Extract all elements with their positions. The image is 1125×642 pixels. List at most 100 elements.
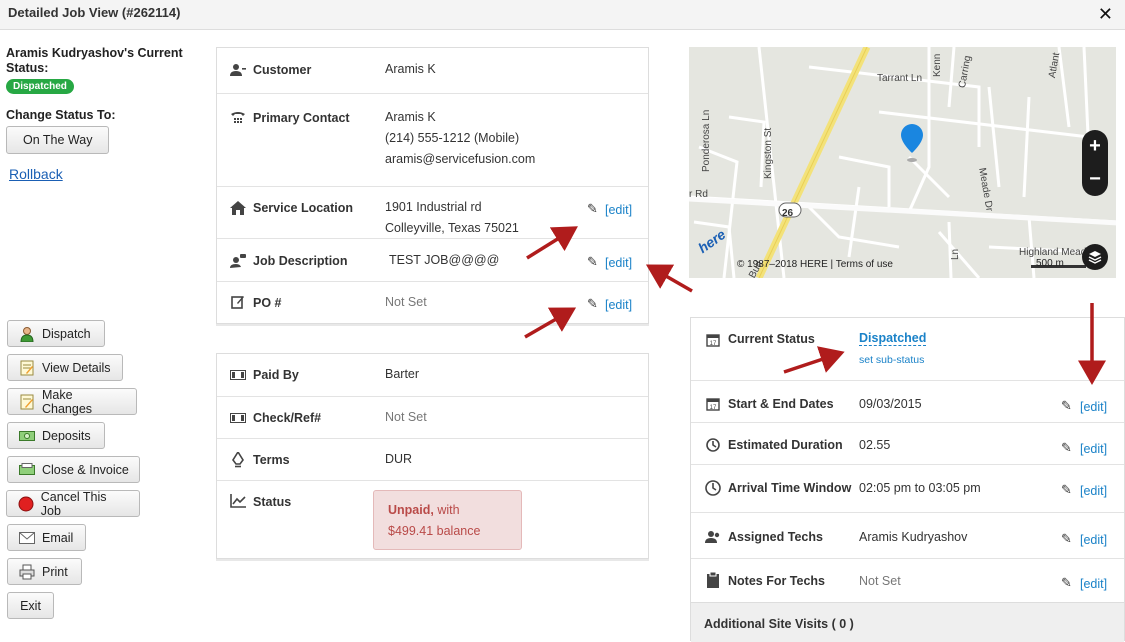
po-row: PO # Not Set ✎ [edit] xyxy=(217,281,648,325)
street-ponderosa: Ponderosa Ln xyxy=(701,109,712,172)
deposits-label: Deposits xyxy=(42,428,91,443)
layers-icon[interactable] xyxy=(1082,244,1108,270)
cancel-job-button[interactable]: Cancel This Job xyxy=(6,489,140,518)
invoice-icon xyxy=(18,462,36,478)
chart-line-icon xyxy=(229,493,247,509)
exit-button[interactable]: Exit xyxy=(7,592,54,619)
cancel-icon xyxy=(17,496,35,512)
pencil-icon: ✎ xyxy=(1061,398,1072,413)
email-button[interactable]: Email xyxy=(7,524,86,551)
edit-notes-link[interactable]: [edit] xyxy=(1080,577,1107,591)
edit-dates-link[interactable]: [edit] xyxy=(1080,400,1107,414)
rollback-link[interactable]: Rollback xyxy=(9,166,206,182)
dispatch-label: Dispatch xyxy=(42,326,91,341)
edit-location-link[interactable]: [edit] xyxy=(605,203,632,217)
make-changes-label: Make Changes xyxy=(41,387,93,416)
money-icon xyxy=(18,428,36,444)
clock-icon xyxy=(705,480,721,496)
money-icon xyxy=(229,410,247,426)
edit-square-icon xyxy=(229,294,247,310)
on-the-way-button[interactable]: On The Way xyxy=(6,126,110,154)
current-status-heading: Aramis Kudryashov's Current Status: xyxy=(6,46,183,75)
dispatch-button[interactable]: Dispatch xyxy=(7,320,105,347)
contact-phone: (214) 555-1212 (Mobile) xyxy=(385,131,520,145)
terms-value: DUR xyxy=(385,452,413,466)
start-end-dates-row: 17 Start & End Dates 09/03/2015 ✎ [edit] xyxy=(691,380,1124,422)
primary-contact-label: Primary Contact xyxy=(253,111,350,125)
notepad-edit-icon xyxy=(18,394,36,410)
location-pin-icon xyxy=(901,124,923,153)
arrival-window-label: Arrival Time Window xyxy=(728,481,852,495)
phone-icon xyxy=(229,110,247,126)
print-label: Print xyxy=(42,564,68,579)
current-status-row: 17 Current Status Dispatched set sub-sta… xyxy=(691,318,1124,380)
set-sub-status-link[interactable]: set sub-status xyxy=(859,354,924,366)
printer-icon xyxy=(18,564,36,580)
calendar-icon: 17 xyxy=(705,396,721,412)
schedule-panel: 17 Current Status Dispatched set sub-sta… xyxy=(690,317,1125,642)
view-details-button[interactable]: View Details xyxy=(7,354,123,381)
with-text: with xyxy=(433,503,460,517)
view-details-label: View Details xyxy=(42,360,111,375)
additional-site-visits[interactable]: Additional Site Visits ( 0 ) xyxy=(691,602,1124,642)
pencil-icon: ✎ xyxy=(587,296,598,311)
check-ref-row: Check/Ref# Not Set xyxy=(217,396,648,438)
customer-label: Customer xyxy=(253,63,312,77)
pencil-icon: ✎ xyxy=(1061,440,1072,455)
job-description-label: Job Description xyxy=(253,254,348,268)
map-copyright[interactable]: © 1987–2018 HERE | Terms of use xyxy=(737,259,893,270)
edit-arrival-link[interactable]: [edit] xyxy=(1080,484,1107,498)
assigned-techs-row: Assigned Techs Aramis Kudryashov ✎ [edit… xyxy=(691,512,1124,558)
zoom-out-icon[interactable]: − xyxy=(1082,163,1108,196)
start-end-dates-value: 09/03/2015 xyxy=(859,397,922,411)
route-shield: 26 xyxy=(782,208,794,219)
calendar-icon: 17 xyxy=(705,332,721,348)
window-title: Detailed Job View (#262114) xyxy=(8,5,181,20)
svg-text:17: 17 xyxy=(710,405,717,411)
customer-link[interactable]: Aramis K xyxy=(385,59,436,80)
arrival-window-value: 02:05 pm to 03:05 pm xyxy=(859,481,981,495)
map-scale: 500 m xyxy=(1036,258,1064,269)
close-invoice-button[interactable]: Close & Invoice xyxy=(7,456,140,483)
close-icon[interactable]: ✕ xyxy=(1098,4,1113,25)
make-changes-button[interactable]: Make Changes xyxy=(7,387,137,416)
exit-label: Exit xyxy=(20,598,41,613)
users-icon xyxy=(229,62,247,78)
deposits-button[interactable]: Deposits xyxy=(7,422,105,449)
customer-row: Customer Aramis K xyxy=(217,48,648,93)
estimated-duration-value: 02.55 xyxy=(859,438,891,452)
location-map[interactable]: 26 Tarrant Ln r Rd Highland Meadow Ponde… xyxy=(689,47,1116,278)
contact-email-link[interactable]: aramis@servicefusion.com xyxy=(385,149,535,170)
location-line1: 1901 Industrial rd xyxy=(385,200,482,214)
title-bar: Detailed Job View (#262114) ✕ xyxy=(0,0,1125,30)
edit-po-link[interactable]: [edit] xyxy=(605,298,632,312)
street-ln: Ln xyxy=(950,248,961,260)
change-status-label: Change Status To: xyxy=(6,108,116,122)
print-button[interactable]: Print xyxy=(7,558,82,585)
terms-row: Terms DUR xyxy=(217,438,648,480)
service-location-row: Service Location 1901 Industrial rd Coll… xyxy=(217,186,648,238)
notes-for-techs-label: Notes For Techs xyxy=(728,574,826,588)
street-kenn: Kenn xyxy=(932,53,943,77)
arrow-description xyxy=(645,264,693,293)
unpaid-text: Unpaid, xyxy=(388,503,434,517)
arrival-window-row: Arrival Time Window 02:05 pm to 03:05 pm… xyxy=(691,464,1124,512)
start-end-dates-label: Start & End Dates xyxy=(728,397,834,411)
action-list: Dispatch View Details Make Changes Depos… xyxy=(6,320,147,626)
email-label: Email xyxy=(42,530,74,545)
edit-techs-link[interactable]: [edit] xyxy=(1080,533,1107,547)
cancel-job-label: Cancel This Job xyxy=(40,489,107,518)
users-icon xyxy=(705,529,721,545)
zoom-in-icon[interactable]: + xyxy=(1082,130,1108,163)
envelope-icon xyxy=(18,530,36,546)
pencil-icon: ✎ xyxy=(587,254,598,269)
edit-description-link[interactable]: [edit] xyxy=(605,256,632,270)
po-value: Not Set xyxy=(385,295,427,309)
edit-duration-link[interactable]: [edit] xyxy=(1080,442,1107,456)
clock-icon xyxy=(705,437,721,453)
notepad-icon xyxy=(18,360,36,376)
street-kingston: Kingston St xyxy=(763,127,774,179)
pen-nib-icon xyxy=(229,452,247,468)
current-status-link[interactable]: Dispatched xyxy=(859,331,927,346)
street-tarrant: Tarrant Ln xyxy=(877,73,923,84)
